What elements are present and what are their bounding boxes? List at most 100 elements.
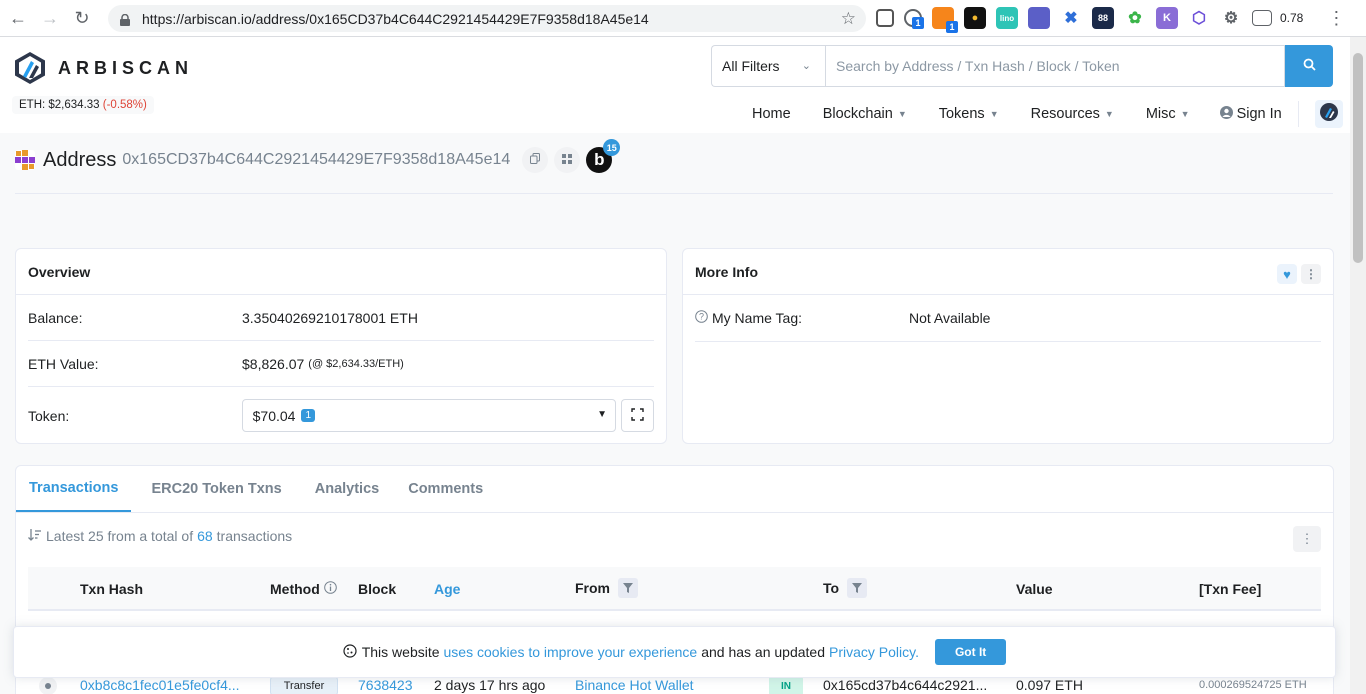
play-extension-icon[interactable]: 1	[904, 9, 924, 29]
cookie-prefix: This website	[361, 644, 440, 660]
chevron-down-icon: ⌄	[801, 60, 811, 72]
network-switch-button[interactable]	[1314, 100, 1343, 128]
privacy-policy-link[interactable]: Privacy Policy.	[829, 644, 919, 660]
summary-suffix: transactions	[216, 528, 293, 544]
table-options-button[interactable]: ⋮	[1293, 526, 1321, 552]
svg-text:?: ?	[699, 312, 704, 322]
favorite-button[interactable]: ♥	[1277, 264, 1297, 284]
tab-erc20-token-txns[interactable]: ERC20 Token Txns	[131, 466, 301, 512]
token-row: Token: $70.04 1 ▼	[28, 399, 654, 432]
page-title: Address	[43, 148, 117, 171]
cube-extension-icon[interactable]	[876, 9, 894, 27]
question-circle-icon[interactable]: ?	[695, 310, 708, 326]
tab-divider	[16, 512, 1333, 513]
col-block: Block	[358, 581, 397, 597]
cookie-middle: and has an updated	[701, 644, 825, 660]
expand-icon	[631, 407, 644, 424]
filter-icon[interactable]	[847, 578, 868, 598]
col-age[interactable]: Age	[434, 581, 460, 597]
txn-fee-amount: 0.000269524725 ETH	[1199, 679, 1307, 691]
token-count-badge: 1	[301, 409, 316, 422]
info-icon[interactable]	[323, 581, 337, 597]
eth-price-label: ETH: $2,634.33	[19, 99, 100, 111]
sign-in-link[interactable]: Sign In	[1219, 105, 1282, 123]
col-method-label: Method	[270, 581, 320, 597]
value-amount: 0.097 ETH	[1016, 677, 1083, 693]
nav-blockchain[interactable]: Blockchain ▼	[823, 106, 907, 122]
k-extension-icon[interactable]: K	[1156, 7, 1178, 29]
chevron-down-icon: ▼	[897, 109, 907, 119]
transactions-summary: Latest 25 from a total of 68 transaction…	[28, 528, 292, 544]
extension-value: 0.78	[1280, 11, 1304, 25]
puzzle-icon[interactable]: ⚙	[1220, 7, 1242, 29]
bookmark-star-icon[interactable]: ☆	[841, 9, 856, 29]
metamask-fox-icon[interactable]: 1	[932, 7, 958, 33]
eth-price-change: (-0.58%)	[102, 99, 147, 111]
chevron-down-icon: ▼	[597, 409, 608, 420]
search-input[interactable]: Search by Address / Txn Hash / Block / T…	[825, 45, 1285, 87]
extension-badge: 1	[912, 17, 924, 29]
filter-icon[interactable]	[618, 578, 638, 598]
bee-extension-icon[interactable]: ●	[964, 7, 986, 29]
page-scrollbar[interactable]	[1350, 37, 1366, 694]
tab-transactions[interactable]: Transactions	[16, 466, 132, 512]
transactions-count-link[interactable]: 68	[197, 528, 213, 544]
more-options-button[interactable]: ⋮	[1301, 264, 1321, 284]
hexagon-extension-icon[interactable]: ⬡	[1188, 7, 1210, 29]
lock-icon	[120, 13, 130, 26]
cookie-policy-link[interactable]: uses cookies to improve your experience	[444, 644, 698, 660]
from-link[interactable]: Binance Hot Wallet	[575, 677, 694, 693]
blockscan-chat-button[interactable]: b 15	[586, 139, 621, 173]
col-method: Method	[270, 581, 337, 597]
grid-extension-icon[interactable]	[1028, 7, 1050, 29]
name-tag-row: ? My Name Tag: Not Available	[695, 310, 1321, 326]
more-info-card: More Info ♥ ⋮ ? My Name Tag: Not Availab…	[682, 248, 1334, 444]
nav-blockchain-label: Blockchain	[822, 106, 893, 122]
eth-value: $8,826.07	[242, 356, 305, 372]
site-logo[interactable]: ARBISCAN	[14, 51, 193, 85]
nav-home[interactable]: Home	[752, 106, 791, 122]
browser-toolbar: ← → ↻ https://arbiscan.io/address/0x165C…	[0, 0, 1366, 37]
scrollbar-thumb[interactable]	[1353, 53, 1363, 263]
nav-misc[interactable]: Misc ▼	[1146, 106, 1190, 122]
nav-tokens[interactable]: Tokens ▼	[939, 106, 999, 122]
qr-code-icon	[562, 153, 573, 167]
browser-menu-icon[interactable]: ⋮	[1327, 8, 1345, 29]
cross-extension-icon[interactable]: ✖	[1060, 7, 1082, 29]
token-label: Token:	[28, 407, 70, 424]
eye-icon[interactable]	[38, 676, 58, 694]
search-button[interactable]	[1285, 45, 1333, 87]
nav-resources[interactable]: Resources ▼	[1031, 106, 1114, 122]
eth-value-row: ETH Value: $8,826.07 (@ $2,634.33/ETH)	[28, 356, 654, 372]
address-bar[interactable]: https://arbiscan.io/address/0x165CD37b4C…	[108, 5, 866, 32]
forward-icon[interactable]: →	[36, 4, 64, 32]
extensions-row: 1 1 ● lino ✖ 88 ✿ K ⬡ ⚙ 0.78 ⋮	[876, 7, 1345, 33]
col-from-label: From	[575, 580, 610, 596]
copy-address-button[interactable]	[522, 147, 549, 173]
leaf-extension-icon[interactable]: ✿	[1124, 7, 1146, 29]
url-text: https://arbiscan.io/address/0x165CD37b4C…	[142, 10, 649, 27]
nav-misc-label: Misc	[1145, 106, 1176, 122]
age-value: 2 days 17 hrs ago	[434, 677, 546, 693]
back-icon[interactable]: ←	[4, 4, 32, 32]
txn-hash-link[interactable]: 0xb8c8c1fec01e5fe0cf4...	[80, 677, 240, 693]
search-filter-select[interactable]: All Filters ⌄	[711, 45, 825, 87]
more-vertical-icon: ⋮	[1305, 267, 1317, 281]
eth-price-ticker: ETH: $2,634.33 (-0.58%)	[12, 96, 154, 114]
block-link[interactable]: 7638423	[358, 677, 413, 693]
chevron-down-icon: ▼	[989, 109, 999, 119]
token-holdings-dropdown[interactable]: $70.04 1 ▼	[241, 399, 617, 432]
tab-comments[interactable]: Comments	[392, 466, 499, 512]
tab-analytics[interactable]: Analytics	[302, 466, 392, 512]
reload-icon[interactable]: ↻	[68, 4, 96, 32]
got-it-button[interactable]: Got It	[934, 639, 1007, 665]
expand-token-button[interactable]	[621, 399, 654, 432]
media-extension-icon[interactable]	[1252, 10, 1272, 26]
nav-divider	[1297, 101, 1299, 127]
lino-extension-icon[interactable]: lino	[996, 7, 1018, 29]
qr-code-button[interactable]	[554, 147, 581, 173]
token-value: $70.04	[252, 407, 296, 424]
chat-count-badge: 15	[603, 139, 621, 156]
dark-square-extension-icon[interactable]: 88	[1092, 7, 1114, 29]
balance-value: 3.35040269210178001 ETH	[242, 310, 418, 326]
